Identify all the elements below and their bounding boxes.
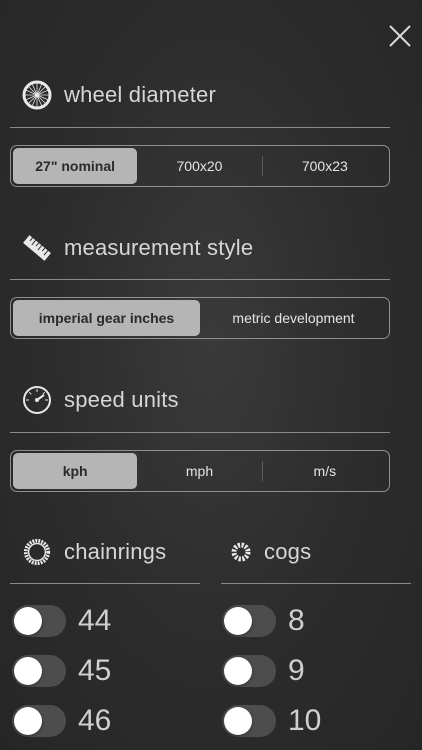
- divider: [221, 583, 411, 584]
- cog-value: 10: [288, 704, 322, 737]
- toggle-knob: [14, 707, 42, 735]
- chainring-value: 44: [78, 604, 112, 637]
- toggle-knob: [224, 657, 252, 685]
- cog-icon: [228, 537, 254, 567]
- toggle-knob: [224, 707, 252, 735]
- cog-row: 8: [222, 604, 305, 638]
- wheel-option-700x23[interactable]: 700x23: [263, 148, 387, 184]
- speed-section-title: speed units: [64, 387, 179, 412]
- measurement-section-title: measurement style: [64, 235, 254, 260]
- chainring-row: 45: [12, 654, 111, 688]
- speed-option-kph[interactable]: kph: [13, 453, 138, 489]
- close-button[interactable]: [386, 22, 414, 50]
- measurement-style-selector[interactable]: imperial gear inches metric development: [10, 297, 390, 339]
- chainring-icon: [22, 537, 52, 567]
- cog-value: 8: [288, 604, 305, 637]
- speed-units-selector[interactable]: kph mph m/s: [10, 450, 390, 492]
- chainring-toggle[interactable]: [12, 605, 66, 637]
- toggle-knob: [14, 657, 42, 685]
- chainring-value: 45: [78, 654, 112, 687]
- wheel-section-header: wheel diameter: [22, 80, 216, 110]
- wheel-option-27-nominal[interactable]: 27" nominal: [13, 148, 138, 184]
- wheel-diameter-selector[interactable]: 27" nominal 700x20 700x23: [10, 145, 390, 187]
- divider: [10, 279, 390, 280]
- cogs-section-title: cogs: [264, 539, 312, 564]
- cog-row: 9: [222, 654, 305, 688]
- chainring-row: 46: [12, 704, 111, 738]
- cogs-section-header: cogs: [228, 537, 311, 567]
- cog-toggle[interactable]: [222, 655, 276, 687]
- chainring-value: 46: [78, 704, 112, 737]
- measurement-section-header: measurement style: [22, 233, 253, 263]
- divider: [10, 583, 200, 584]
- close-icon: [389, 25, 411, 47]
- toggle-knob: [14, 607, 42, 635]
- cog-toggle[interactable]: [222, 705, 276, 737]
- measurement-option-imperial[interactable]: imperial gear inches: [13, 300, 200, 336]
- speed-option-ms[interactable]: m/s: [263, 453, 387, 489]
- divider: [10, 432, 390, 433]
- chainrings-section-title: chainrings: [64, 539, 167, 564]
- speedometer-icon: [22, 385, 52, 415]
- speed-section-header: speed units: [22, 385, 179, 415]
- cog-value: 9: [288, 654, 305, 687]
- chainring-row: 44: [12, 604, 111, 638]
- speed-option-mph[interactable]: mph: [137, 453, 261, 489]
- cog-row: 10: [222, 704, 321, 738]
- chainring-toggle[interactable]: [12, 655, 66, 687]
- toggle-knob: [224, 607, 252, 635]
- chainrings-section-header: chainrings: [22, 537, 166, 567]
- wheel-option-700x20[interactable]: 700x20: [137, 148, 261, 184]
- measurement-option-metric[interactable]: metric development: [200, 300, 387, 336]
- ruler-icon: [22, 233, 52, 263]
- cog-toggle[interactable]: [222, 605, 276, 637]
- divider: [10, 127, 390, 128]
- chainring-toggle[interactable]: [12, 705, 66, 737]
- wheel-icon: [22, 80, 52, 110]
- wheel-section-title: wheel diameter: [64, 82, 216, 107]
